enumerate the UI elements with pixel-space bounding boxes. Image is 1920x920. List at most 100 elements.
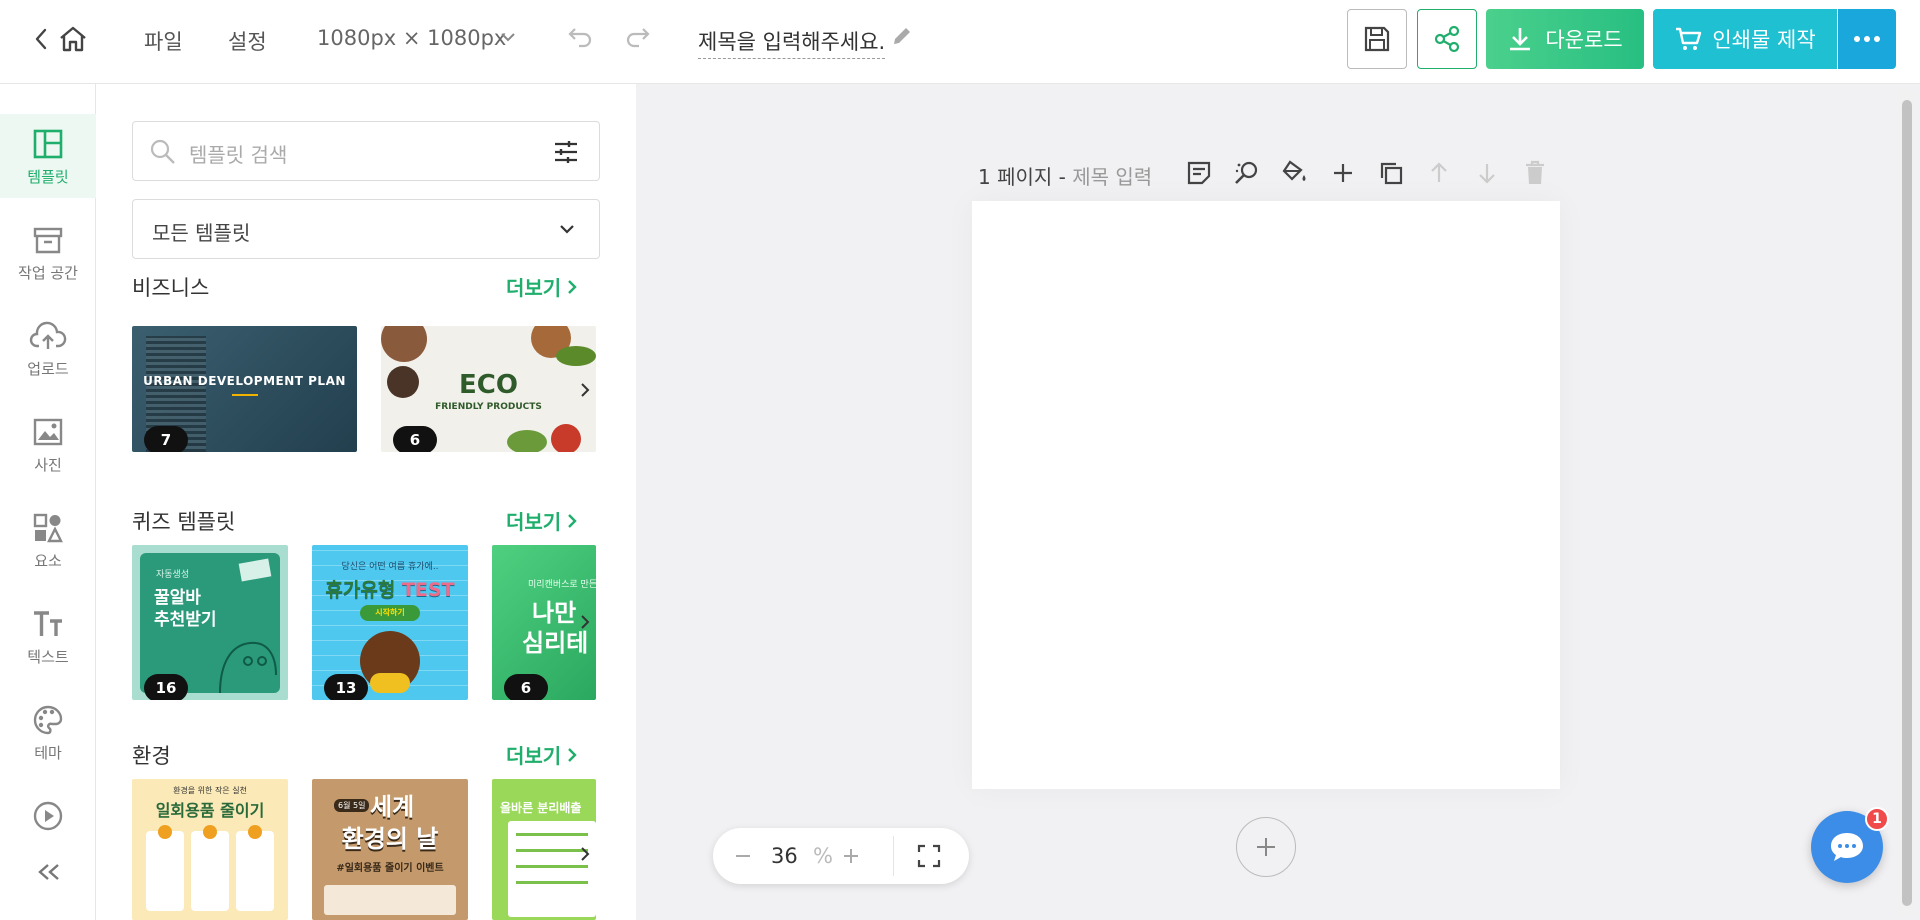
add-page-button[interactable] — [1236, 817, 1296, 877]
sidebar-item-photo[interactable]: 사진 — [0, 402, 96, 486]
photo-icon — [33, 418, 63, 446]
more-label: 더보기 — [506, 510, 562, 534]
plus-icon — [1257, 838, 1275, 856]
template-card-urban[interactable]: URBAN DEVELOPMENT PLAN 7 — [132, 326, 357, 452]
page-title-input[interactable]: 제목 입력 — [1072, 165, 1152, 189]
menu-file[interactable]: 파일 — [144, 26, 183, 56]
zoom-in-button[interactable] — [841, 846, 861, 866]
undo-icon[interactable] — [567, 26, 593, 48]
more-options-button[interactable] — [1838, 9, 1896, 69]
sidebar-item-upload[interactable]: 업로드 — [0, 306, 96, 390]
move-page-up-icon[interactable] — [1424, 158, 1454, 188]
filter-icon[interactable] — [553, 139, 579, 165]
download-button[interactable]: 다운로드 — [1486, 9, 1644, 69]
search-icon — [150, 139, 175, 164]
carousel-next-environment[interactable] — [570, 824, 600, 884]
carousel-next-quiz[interactable] — [570, 592, 600, 652]
zoom-value[interactable]: 36 — [771, 844, 798, 868]
scrollbar-thumb[interactable] — [1902, 100, 1912, 906]
template-card-eco[interactable]: ECO FRIENDLY PRODUCTS 6 — [381, 326, 596, 452]
template-panel: 템플릿 검색 모든 템플릿 비즈니스 더보기 URBAN DEVELOPMENT… — [96, 84, 636, 920]
collapse-sidebar-icon[interactable] — [36, 862, 62, 882]
sidebar-item-label: 템플릿 — [27, 168, 69, 186]
template-card-env-day[interactable]: 6월 5일 세계 환경의 날 #일회용품 줄이기 이벤트 — [312, 779, 468, 920]
card-small-text: 미리캔버스로 만든 — [528, 580, 596, 590]
move-page-down-icon[interactable] — [1472, 158, 1502, 188]
section-title-environment: 환경 — [132, 744, 171, 768]
sidebar-item-theme[interactable]: 테마 — [0, 690, 96, 774]
more-button-business[interactable]: 더보기 — [506, 272, 577, 301]
delete-page-icon[interactable] — [1520, 158, 1550, 188]
zoom-control: 36 % — [713, 828, 969, 884]
sidebar-item-video[interactable] — [0, 786, 96, 870]
redo-icon[interactable] — [625, 26, 651, 48]
card-title-line1: 올바른 분리배출 — [500, 801, 582, 815]
design-artboard[interactable] — [972, 201, 1560, 789]
template-card-quiz-job[interactable]: 자동생성 꿀알바 추천받기 16 — [132, 545, 288, 700]
minus-icon — [736, 855, 750, 857]
add-page-icon[interactable] — [1328, 158, 1358, 188]
page-count-badge: 7 — [144, 426, 188, 452]
duplicate-page-icon[interactable] — [1376, 158, 1406, 188]
sidebar-item-label: 텍스트 — [27, 648, 69, 666]
print-order-button[interactable]: 인쇄물 제작 — [1653, 9, 1837, 69]
section-title-business: 비즈니스 — [132, 276, 210, 300]
template-card-env-disposable[interactable]: 환경을 위한 작은 실천 일회용품 줄이기 — [132, 779, 288, 920]
zoom-out-button[interactable] — [733, 846, 753, 866]
template-category-select[interactable]: 모든 템플릿 — [132, 199, 600, 259]
card-title-line2: 추천받기 — [154, 610, 217, 630]
upload-icon — [29, 321, 67, 349]
fullscreen-icon[interactable] — [917, 844, 941, 868]
document-title[interactable]: 제목을 입력해주세요. — [698, 26, 886, 59]
template-card-quiz-vacation[interactable]: 당신은 어떤 여름 휴가에.. 휴가유형 TEST 시작하기 13 — [312, 545, 468, 700]
canvas-size-select[interactable]: 1080px × 1080px — [317, 26, 506, 50]
chat-bubble-icon — [1831, 833, 1863, 861]
more-button-environment[interactable]: 더보기 — [506, 740, 577, 769]
chevron-right-icon — [568, 279, 577, 294]
sidebar-item-workspace[interactable]: 작업 공간 — [0, 210, 96, 294]
card-subtext: FRIENDLY PRODUCTS — [435, 402, 542, 412]
zoom-unit: % — [813, 844, 833, 868]
card-title-accent: TEST — [401, 579, 455, 601]
chat-notification-badge: 1 — [1865, 807, 1889, 831]
sidebar-item-text[interactable]: 텍스트 — [0, 594, 96, 678]
back-icon[interactable] — [34, 28, 48, 50]
section-title-quiz: 퀴즈 템플릿 — [132, 510, 236, 534]
canvas-scrollbar[interactable] — [1898, 90, 1916, 916]
print-order-label: 인쇄물 제작 — [1712, 28, 1816, 52]
card-small-text: 환경을 위한 작은 실천 — [173, 786, 247, 795]
sidebar-item-label: 요소 — [34, 552, 62, 570]
download-icon — [1510, 28, 1531, 51]
page-header: 1 페이지 - 제목 입력 — [978, 161, 1152, 190]
card-title-line1: 휴가유형 — [325, 579, 396, 601]
save-button[interactable] — [1347, 9, 1407, 69]
more-label: 더보기 — [506, 276, 562, 300]
sidebar-item-templates[interactable]: 템플릿 — [0, 114, 96, 198]
card-title-line1: 일회용품 줄이기 — [155, 801, 265, 820]
chevron-right-icon — [581, 383, 590, 397]
template-search-input[interactable]: 템플릿 검색 — [132, 121, 600, 181]
page-count-badge: 6 — [504, 674, 548, 700]
card-title-line2: 환경의 날 — [341, 825, 439, 853]
magic-search-icon[interactable] — [1232, 158, 1262, 188]
page-count-badge: 6 — [393, 426, 437, 452]
menu-settings[interactable]: 설정 — [228, 26, 267, 56]
carousel-next-business[interactable] — [570, 360, 600, 420]
chevron-down-icon[interactable] — [500, 32, 516, 42]
theme-icon — [33, 705, 63, 735]
background-color-icon[interactable] — [1280, 158, 1310, 188]
page-note-icon[interactable] — [1184, 158, 1214, 188]
left-sidebar: 템플릿 작업 공간 업로드 사진 요소 텍스트 테마 — [0, 84, 96, 920]
save-icon — [1364, 26, 1390, 52]
sidebar-item-elements[interactable]: 요소 — [0, 498, 96, 582]
home-icon[interactable] — [58, 25, 88, 53]
more-button-quiz[interactable]: 더보기 — [506, 506, 577, 535]
text-icon — [34, 611, 62, 636]
chevron-right-icon — [581, 847, 590, 861]
chat-support-button[interactable]: 1 — [1811, 807, 1889, 883]
card-small-text: 6월 5일 — [334, 799, 370, 812]
search-placeholder: 템플릿 검색 — [189, 143, 288, 167]
page-count-badge: 13 — [324, 674, 368, 700]
pencil-icon[interactable] — [890, 24, 914, 48]
share-button[interactable] — [1417, 9, 1477, 69]
